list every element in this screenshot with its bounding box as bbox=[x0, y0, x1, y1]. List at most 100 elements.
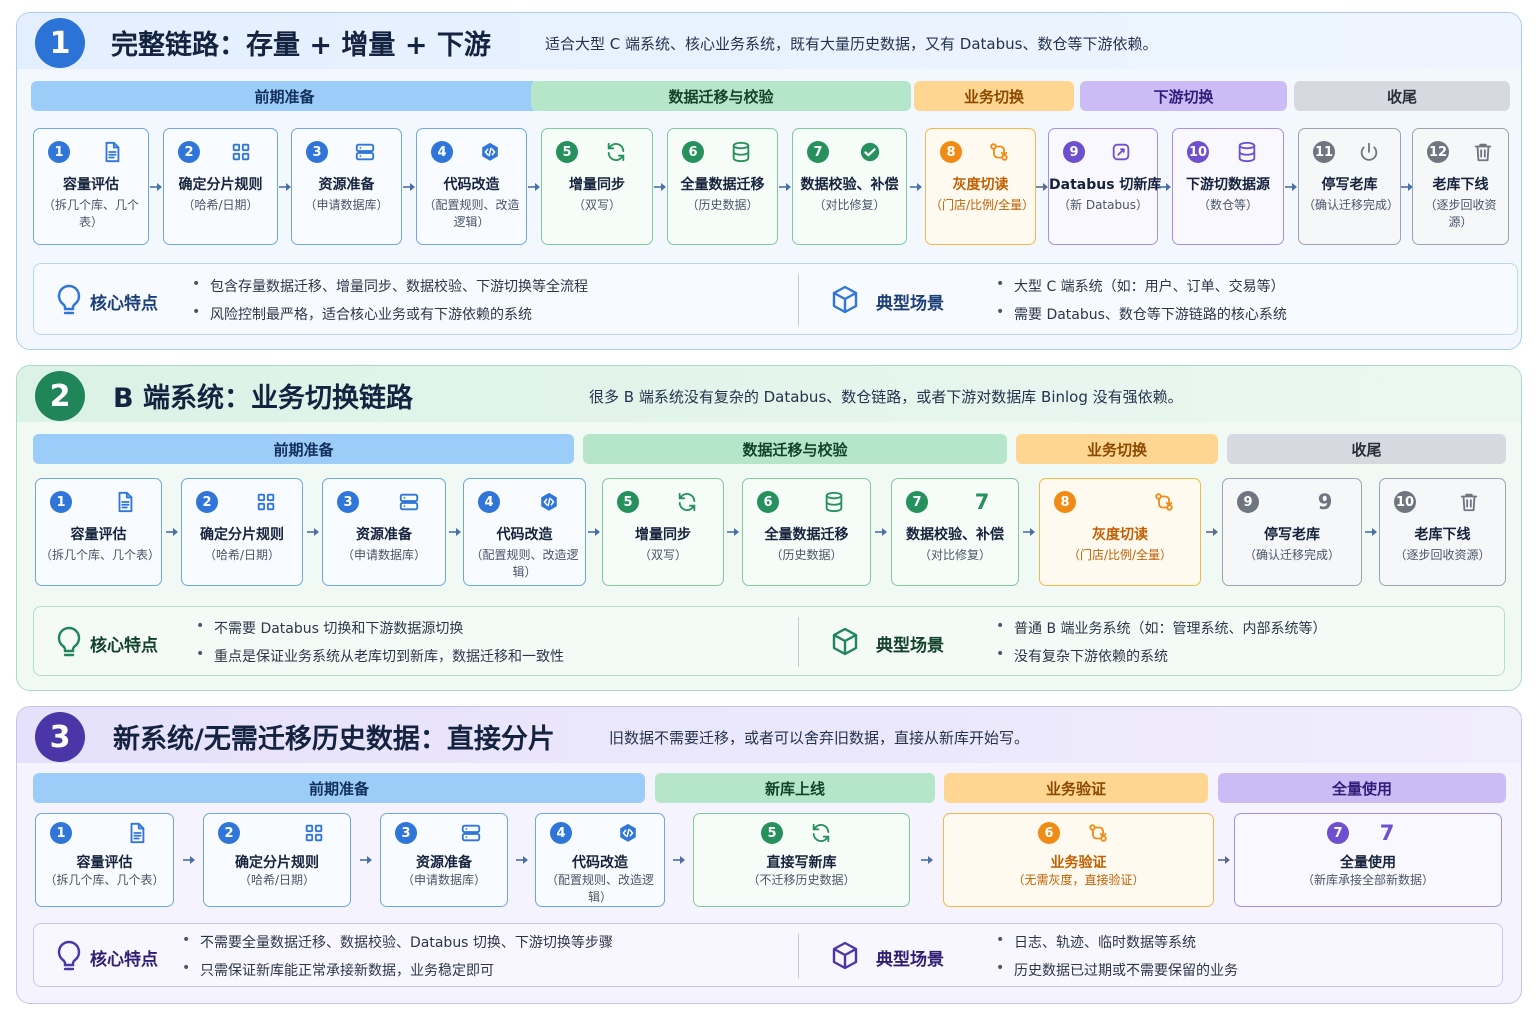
scenario-bullet: 大型 C 端系统（如：用户、订单、交易等） bbox=[996, 276, 1285, 296]
flow-arrow bbox=[653, 181, 667, 193]
divider bbox=[798, 617, 799, 667]
step-card[interactable]: 4 代码改造 （配置规则、改造逻辑） bbox=[535, 813, 665, 907]
step-subtitle: （哈希/日期） bbox=[203, 548, 281, 562]
step-title: 资源准备 bbox=[356, 527, 412, 543]
step-number-badge: 1 bbox=[48, 141, 70, 163]
flow-arrow bbox=[527, 181, 541, 193]
step-card[interactable]: 12 老库下线 （逐步回收资源） bbox=[1412, 128, 1509, 245]
grid-icon bbox=[302, 821, 326, 845]
step-number-glyph: 9 bbox=[1317, 490, 1333, 514]
flow-arrow bbox=[278, 181, 292, 193]
sync-icon bbox=[675, 490, 699, 514]
step-card[interactable]: 2 确定分片规则 （哈希/日期） bbox=[203, 813, 351, 907]
step-card[interactable]: 3 资源准备 （申请数据库） bbox=[380, 813, 508, 907]
flow-arrow bbox=[1284, 181, 1298, 193]
step-card[interactable]: 6 全量数据迁移 （历史数据） bbox=[667, 128, 778, 245]
phase-bar: 收尾 bbox=[1294, 81, 1510, 111]
step-title: 下游切数据源 bbox=[1186, 177, 1270, 193]
step-number-badge: 7 bbox=[906, 491, 928, 513]
step-card[interactable]: 9 9 停写老库 （确认迁移完成） bbox=[1222, 478, 1362, 586]
step-card[interactable]: 8 灰度切读 （门店/比例/全量） bbox=[1039, 478, 1201, 586]
document-icon bbox=[113, 490, 137, 514]
step-card[interactable]: 9 Databus 切新库 （新 Databus） bbox=[1048, 128, 1161, 245]
step-card[interactable]: 2 确定分片规则 （哈希/日期） bbox=[163, 128, 278, 245]
section-title: B 端系统：业务切换链路 bbox=[113, 383, 413, 414]
step-card[interactable]: 4 代码改造 （配置规则、改造逻辑） bbox=[463, 478, 586, 586]
step-card[interactable]: 10 老库下线 （逐步回收资源） bbox=[1379, 478, 1506, 586]
step-card[interactable]: 6 业务验证 （无需灰度，直接验证） bbox=[943, 813, 1214, 907]
step-number-badge: 6 bbox=[1038, 822, 1060, 844]
feature-bullet: 重点是保证业务系统从老库切到新库，数据迁移和一致性 bbox=[196, 646, 564, 666]
step-card[interactable]: 4 代码改造 （配置规则、改造逻辑） bbox=[416, 128, 527, 245]
code-icon bbox=[478, 140, 502, 164]
step-card[interactable]: 3 资源准备 （申请数据库） bbox=[291, 128, 402, 245]
server-icon bbox=[353, 140, 377, 164]
flow-arrow bbox=[874, 526, 888, 538]
step-subtitle: （门店/比例/全量） bbox=[930, 198, 1035, 212]
feature-bullet: 不需要 Databus 切换和下游数据源切换 bbox=[196, 618, 463, 638]
database-icon bbox=[822, 490, 846, 514]
cube-icon bbox=[830, 939, 860, 973]
phase-bar: 业务验证 bbox=[944, 773, 1208, 803]
flow-arrow bbox=[1364, 526, 1378, 538]
scenario-bullet: 普通 B 端业务系统（如：管理系统、内部系统等） bbox=[996, 618, 1326, 638]
step-subtitle: （无需灰度，直接验证） bbox=[1012, 873, 1145, 887]
step-card[interactable]: 5 直接写新库 （不迁移历史数据） bbox=[693, 813, 910, 907]
step-number-badge: 7 bbox=[1327, 822, 1349, 844]
step-subtitle: （确认迁移完成） bbox=[1303, 198, 1400, 212]
step-card[interactable]: 10 下游切数据源 （数仓等） bbox=[1172, 128, 1284, 245]
feature-label: 核心特点 bbox=[90, 636, 158, 656]
bulb-icon bbox=[54, 283, 84, 317]
scenario-label: 典型场景 bbox=[876, 636, 944, 656]
step-card[interactable]: 7 7 数据校验、补偿 （对比修复） bbox=[891, 478, 1019, 586]
step-title: 容量评估 bbox=[76, 855, 133, 871]
feature-bullet: 风险控制最严格，适合核心业务或有下游依赖的系统 bbox=[192, 304, 532, 324]
feature-bullet: 包含存量数据迁移、增量同步、数据校验、下游切换等全流程 bbox=[192, 276, 588, 296]
section-number: 2 bbox=[35, 371, 85, 421]
step-subtitle: （数仓等） bbox=[1197, 198, 1258, 212]
step-card[interactable]: 11 停写老库 （确认迁移完成） bbox=[1298, 128, 1401, 245]
step-card[interactable]: 7 数据校验、补偿 （对比修复） bbox=[792, 128, 907, 245]
section-header: 3 新系统/无需迁移历史数据：直接分片 旧数据不需要迁移，或者可以舍弃旧数据，直… bbox=[17, 707, 1521, 763]
step-subtitle: （新库承接全部新数据） bbox=[1301, 873, 1434, 887]
flow-arrow bbox=[1205, 526, 1219, 538]
switch-icon bbox=[987, 140, 1011, 164]
step-card[interactable]: 3 资源准备 （申请数据库） bbox=[322, 478, 446, 586]
step-card[interactable]: 5 增量同步 （双写） bbox=[541, 128, 653, 245]
step-title: 直接写新库 bbox=[766, 855, 837, 871]
phase-bar: 前期准备 bbox=[33, 773, 645, 803]
step-card[interactable]: 7 7 全量使用 （新库承接全部新数据） bbox=[1234, 813, 1502, 907]
flow-arrow bbox=[182, 854, 196, 866]
divider bbox=[798, 274, 799, 326]
section-header: 1 完整链路：存量 + 增量 + 下游 适合大型 C 端系统、核心业务系统，既有… bbox=[17, 13, 1521, 69]
step-card[interactable]: 8 灰度切读 （门店/比例/全量） bbox=[925, 128, 1036, 245]
step-title: 资源准备 bbox=[416, 855, 472, 871]
step-card[interactable]: 2 确定分片规则 （哈希/日期） bbox=[181, 478, 303, 586]
step-subtitle: （双写） bbox=[572, 198, 621, 212]
bulb-icon bbox=[54, 939, 84, 973]
step-subtitle: （哈希/日期） bbox=[182, 198, 259, 212]
step-title: 老库下线 bbox=[1414, 527, 1471, 543]
step-card[interactable]: 1 容量评估 （拆几个库、几个表） bbox=[35, 813, 174, 907]
step-subtitle: （申请数据库） bbox=[341, 548, 426, 562]
step-number-badge: 2 bbox=[178, 141, 200, 163]
step-subtitle: （配置规则、改造逻辑） bbox=[545, 873, 654, 904]
step-card[interactable]: 5 增量同步 （双写） bbox=[602, 478, 724, 586]
step-title: 全量数据迁移 bbox=[680, 177, 765, 193]
step-number-badge: 2 bbox=[218, 822, 240, 844]
flow-arrow bbox=[909, 181, 923, 193]
flow-arrow bbox=[1022, 526, 1036, 538]
step-card[interactable]: 6 全量数据迁移 （历史数据） bbox=[742, 478, 871, 586]
step-card[interactable]: 1 容量评估 （拆几个库、几个表） bbox=[33, 128, 149, 245]
section-number: 1 bbox=[35, 18, 85, 68]
step-title: 容量评估 bbox=[70, 527, 127, 543]
grid-icon bbox=[254, 490, 278, 514]
server-icon bbox=[459, 821, 483, 845]
step-title: 数据校验、补偿 bbox=[906, 527, 1004, 543]
step-title: 增量同步 bbox=[635, 527, 691, 543]
sync-icon bbox=[809, 821, 833, 845]
cube-icon bbox=[830, 625, 860, 659]
section-description: 旧数据不需要迁移，或者可以舍弃旧数据，直接从新库开始写。 bbox=[609, 729, 1030, 747]
databus-icon bbox=[1109, 140, 1133, 164]
step-card[interactable]: 1 容量评估 （拆几个库、几个表） bbox=[35, 478, 162, 586]
